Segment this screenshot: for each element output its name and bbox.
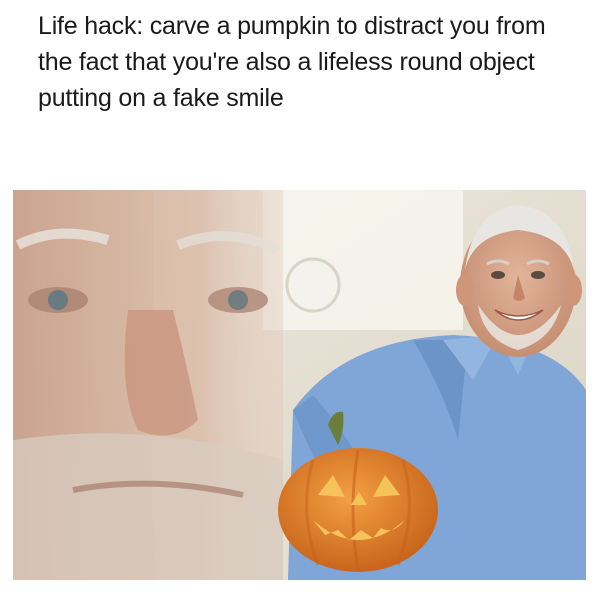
meme-caption: Life hack: carve a pumpkin to distract y… — [38, 12, 546, 112]
wall-clock — [285, 257, 341, 313]
window-light — [263, 190, 463, 330]
meme-photo-illustration — [13, 190, 586, 580]
meme-photo — [13, 190, 586, 580]
